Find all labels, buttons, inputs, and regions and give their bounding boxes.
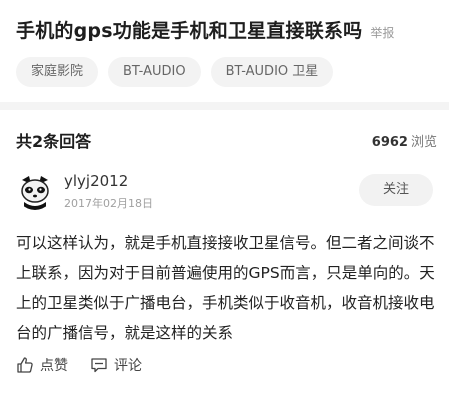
thumbs-up-icon [17, 357, 33, 373]
comment-button[interactable]: 评论 [90, 355, 142, 375]
answer-count: 共2条回答 [16, 132, 92, 151]
answers-header: 共2条回答 6962 浏览 [16, 128, 437, 152]
like-button[interactable]: 点赞 [16, 355, 68, 375]
question-title: 手机的gps功能是手机和卫星直接联系吗 [16, 20, 363, 42]
tag-bt-audio-satellite[interactable]: BT-AUDIO 卫星 [210, 57, 334, 87]
view-count-number: 6962 [371, 134, 408, 150]
tag-bt-audio[interactable]: BT-AUDIO [108, 57, 201, 87]
like-label: 点赞 [40, 358, 68, 374]
username[interactable]: ylyj2012 [64, 172, 128, 190]
follow-button[interactable]: 关注 [359, 174, 433, 206]
panda-avatar-icon [16, 172, 54, 210]
section-divider [0, 102, 449, 110]
question-header: 手机的gps功能是手机和卫星直接联系吗 举报 [16, 18, 433, 44]
comment-icon [91, 358, 107, 373]
avatar[interactable] [16, 172, 54, 210]
answer-date: 2017年02月18日 [64, 197, 153, 210]
answer-actions: 点赞 评论 [16, 355, 164, 375]
tag-home-theater[interactable]: 家庭影院 [16, 57, 99, 87]
answer-content: 可以这样认为，就是手机直接接收卫星信号。但二者之间谈不上联系，因为对于目前普遍使… [16, 234, 435, 342]
view-count-label: 浏览 [410, 134, 437, 150]
report-link[interactable]: 举报 [370, 22, 394, 44]
view-count: 6962 浏览 [372, 131, 437, 150]
tag-list: 家庭影院 BT-AUDIO BT-AUDIO 卫星 [16, 57, 334, 87]
comment-label: 评论 [114, 358, 142, 374]
